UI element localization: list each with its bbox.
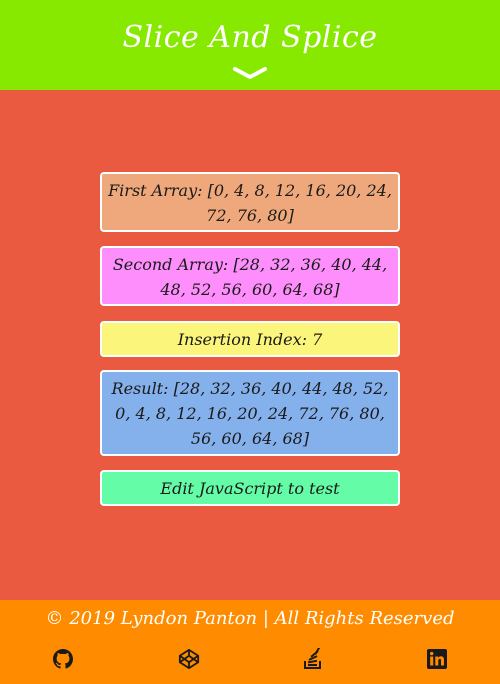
result-card: Result: [28, 32, 36, 40, 44, 48, 52, 0, … [100, 370, 400, 456]
second-array-card: Second Array: [28, 32, 36, 40, 44, 48, 5… [100, 246, 400, 306]
copyright-text: © 2019 Lyndon Panton | All Rights Reserv… [45, 608, 455, 629]
codepen-icon[interactable] [178, 648, 200, 670]
first-array-card: First Array: [0, 4, 8, 12, 16, 20, 24, 7… [100, 172, 400, 232]
insertion-index-text: Insertion Index: 7 [177, 330, 323, 349]
second-array-text: Second Array: [28, 32, 36, 40, 44, 48, 5… [112, 255, 388, 299]
page-title: Slice And Splice [122, 20, 378, 55]
github-icon[interactable] [52, 648, 74, 670]
first-array-text: First Array: [0, 4, 8, 12, 16, 20, 24, 7… [108, 181, 392, 225]
stackoverflow-icon[interactable] [302, 648, 324, 670]
edit-javascript-button[interactable]: Edit JavaScript to test [100, 470, 400, 506]
page-header: Slice And Splice [0, 0, 500, 90]
result-text: Result: [28, 32, 36, 40, 44, 48, 52, 0, … [111, 379, 389, 448]
chevron-down-icon[interactable] [233, 66, 267, 82]
edit-javascript-label: Edit JavaScript to test [160, 479, 340, 498]
page-footer: © 2019 Lyndon Panton | All Rights Reserv… [0, 600, 500, 684]
insertion-index-card: Insertion Index: 7 [100, 321, 400, 357]
linkedin-icon[interactable] [426, 648, 448, 670]
